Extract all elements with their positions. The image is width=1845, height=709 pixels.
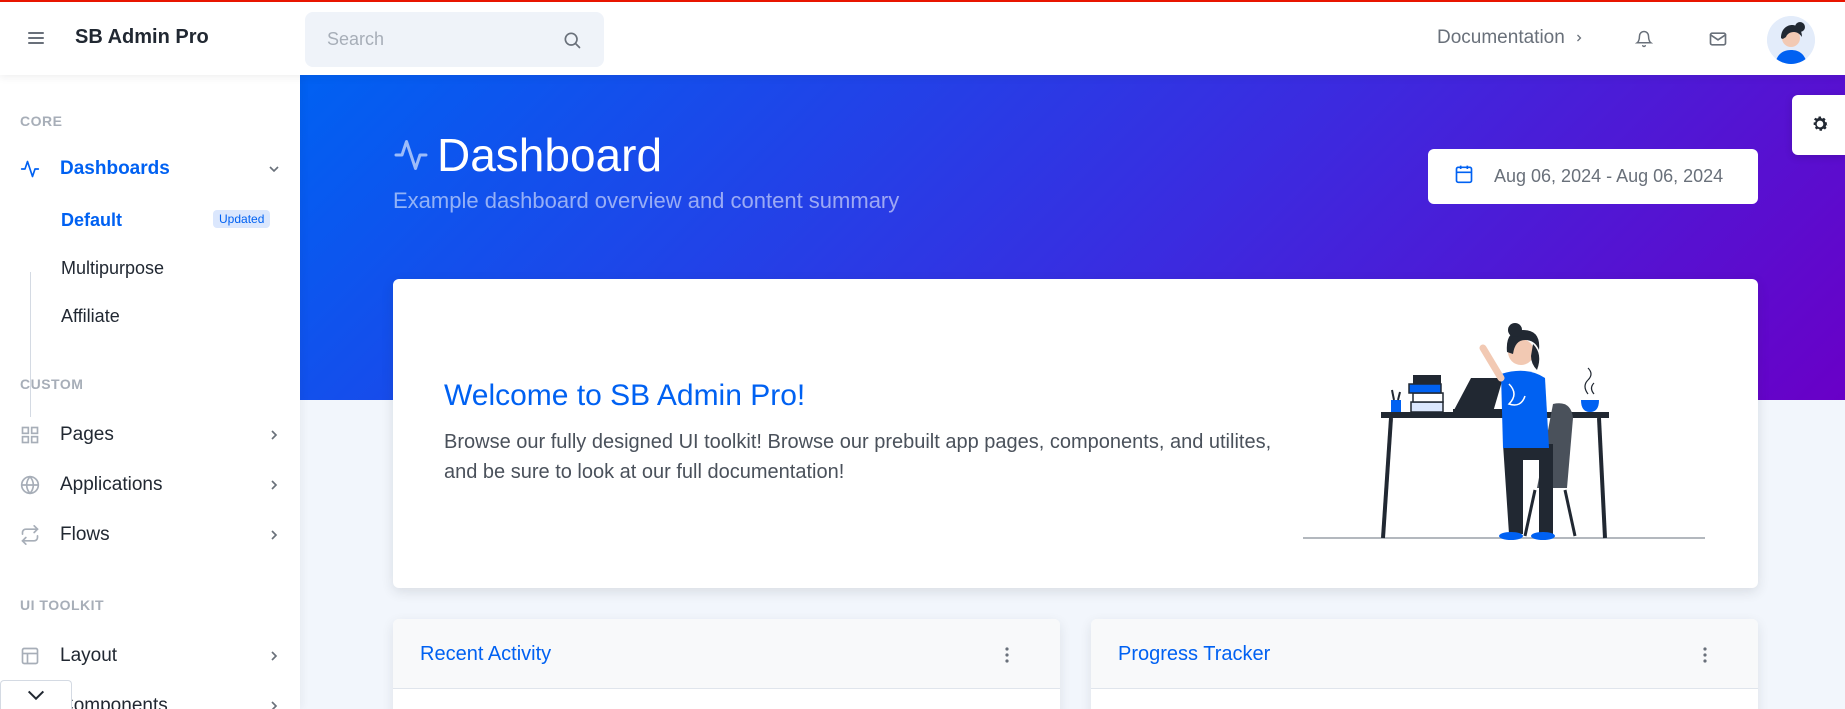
card-header: Progress Tracker [1091,619,1758,689]
user-avatar[interactable] [1767,16,1815,64]
recent-activity-card: Recent Activity [393,619,1060,709]
page-title-text: Dashboard [437,129,663,181]
date-range-picker[interactable]: Aug 06, 2024 - Aug 06, 2024 [1428,149,1758,204]
welcome-card: Welcome to SB Admin Pro! Browse our full… [393,279,1758,588]
search-icon[interactable] [562,30,582,55]
sidebar-item-label: Applications [60,474,163,495]
chevron-down-icon [27,690,45,701]
chevron-right-icon [266,427,282,448]
sidebar-item-pages[interactable]: Pages [0,415,300,455]
card-title: Progress Tracker [1118,643,1271,665]
globe-icon [20,475,40,495]
section-heading-core: CORE [20,113,63,129]
sidebar-subitem-default[interactable]: Default [61,210,122,231]
sidebar-subitem-multipurpose[interactable]: Multipurpose [61,258,164,279]
page-title: Dashboard [393,128,662,182]
sidebar-item-label: Dashboards [60,158,170,179]
sidebar-item-label: Pages [60,424,114,445]
more-vertical-icon[interactable] [1004,647,1010,668]
sidebar-item-label: Flows [60,524,110,545]
chevron-right-icon [266,477,282,498]
top-navbar: SB Admin Pro Documentation [0,0,1845,75]
card-header: Recent Activity [393,619,1060,689]
activity-icon [394,140,428,170]
sidebar-item-dashboards[interactable]: Dashboards [0,149,300,189]
sidebar: CORE Dashboards Default Updated Multipur… [0,75,300,709]
page-subtitle: Example dashboard overview and content s… [393,188,900,213]
updated-badge: Updated [213,210,271,228]
search-box [305,12,604,67]
card-title: Recent Activity [420,643,552,665]
chevron-right-icon [1576,34,1582,42]
settings-panel-toggle[interactable] [1792,95,1845,155]
chevron-right-icon [266,698,282,709]
brand-name[interactable]: SB Admin Pro [75,26,209,49]
grid-icon [20,425,40,445]
chevron-right-icon [266,527,282,548]
sidebar-item-label: Components [60,695,168,709]
more-vertical-icon[interactable] [1702,647,1708,668]
sidebar-item-applications[interactable]: Applications [0,465,300,505]
submenu-guide-line [30,272,31,417]
sidebar-scroll-toggle[interactable] [0,680,72,709]
sidebar-item-label: Layout [60,645,118,666]
sidebar-subitem-affiliate[interactable]: Affiliate [61,306,120,327]
search-input[interactable] [327,27,557,51]
date-range-value: Aug 06, 2024 - Aug 06, 2024 [1494,166,1724,186]
menu-toggle-icon[interactable] [28,32,44,46]
progress-tracker-card: Progress Tracker [1091,619,1758,709]
workspace-illustration [1303,323,1705,540]
chevron-down-icon [266,161,282,182]
activity-icon [20,159,40,179]
layout-icon [20,646,40,666]
section-heading-custom: CUSTOM [20,376,84,392]
gear-icon [1810,114,1830,139]
bell-icon[interactable] [1634,29,1654,54]
calendar-icon [1454,164,1474,189]
mail-icon[interactable] [1708,29,1728,54]
section-heading-ui-toolkit: UI TOOLKIT [20,597,105,613]
welcome-title: Welcome to SB Admin Pro! [444,379,806,412]
welcome-body: Browse our fully designed UI toolkit! Br… [444,431,1272,483]
documentation-label: Documentation [1437,27,1565,48]
repeat-icon [20,525,40,545]
sidebar-item-layout[interactable]: Layout [0,636,300,676]
sidebar-item-flows[interactable]: Flows [0,515,300,555]
chevron-right-icon [266,648,282,669]
documentation-link[interactable]: Documentation [1437,27,1585,49]
